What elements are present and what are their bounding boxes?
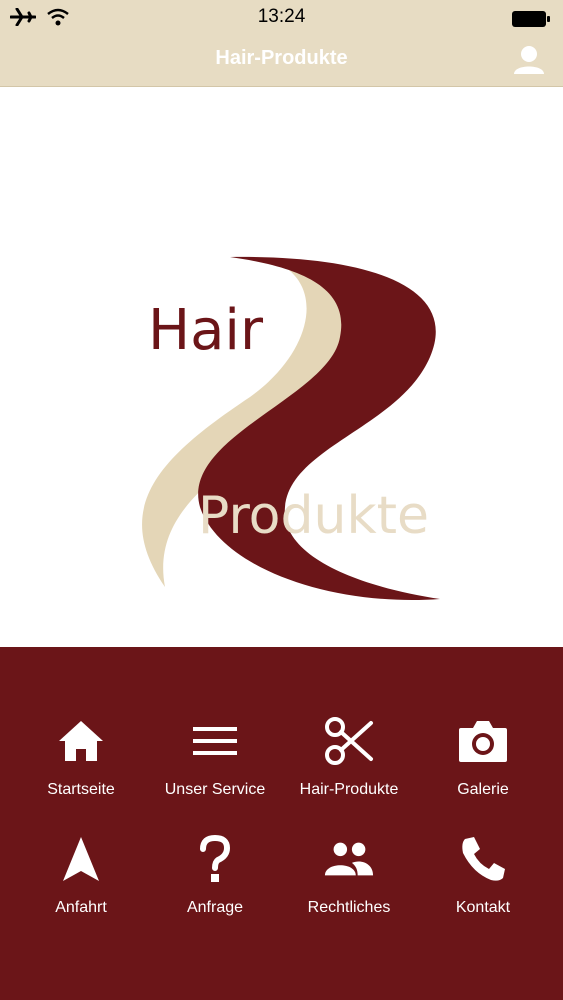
logo-word-produkte: Produkte	[198, 486, 429, 546]
menu-item-label: Kontakt	[455, 899, 511, 916]
menu-item-anfrage[interactable]: Anfrage	[148, 833, 282, 943]
home-icon	[59, 721, 103, 761]
status-time: 13:24	[257, 6, 306, 27]
status-bar: 13:24	[0, 0, 563, 38]
navigation-arrow-icon	[63, 837, 99, 881]
menu-item-kontakt[interactable]: Kontakt	[416, 833, 550, 943]
people-icon	[324, 842, 374, 876]
page-title: Hair-Produkte	[215, 47, 348, 69]
navigation-bar: Hair-Produkte	[0, 38, 563, 87]
camera-icon	[459, 721, 507, 762]
menu-item-unser-service[interactable]: Unser Service	[148, 715, 282, 825]
menu-item-label: Unser Service	[164, 781, 266, 798]
menu-item-label: Galerie	[457, 781, 509, 798]
menu-item-label: Startseite	[47, 781, 115, 798]
logo-word-hair: Hair	[148, 298, 264, 363]
menu-item-galerie[interactable]: Galerie	[416, 715, 550, 825]
menu-item-hair-produkte[interactable]: Hair-Produkte	[282, 715, 416, 825]
phone-icon	[462, 837, 505, 881]
menu-item-label: Rechtliches	[307, 899, 391, 916]
menu-row-1: Startseite Unser Service Hair-Produkte G…	[14, 715, 550, 825]
menu-item-anfahrt[interactable]: Anfahrt	[14, 833, 148, 943]
battery-icon	[512, 11, 550, 27]
menu-row-2: Anfahrt Anfrage Rechtliches Kontakt	[14, 833, 550, 943]
scissors-icon	[325, 717, 373, 765]
user-icon[interactable]	[509, 40, 549, 80]
hero-logo-area: Hair Produkte	[0, 87, 563, 647]
menu-lines-icon	[193, 727, 237, 755]
hair-produkte-logo: Hair Produkte	[142, 255, 440, 601]
menu-item-rechtliches[interactable]: Rechtliches	[282, 833, 416, 943]
menu-item-label: Anfrage	[186, 899, 244, 916]
menu-item-label: Hair-Produkte	[299, 781, 399, 798]
menu-item-startseite[interactable]: Startseite	[14, 715, 148, 825]
menu-item-label: Anfahrt	[55, 899, 107, 916]
question-mark-icon	[200, 835, 231, 882]
